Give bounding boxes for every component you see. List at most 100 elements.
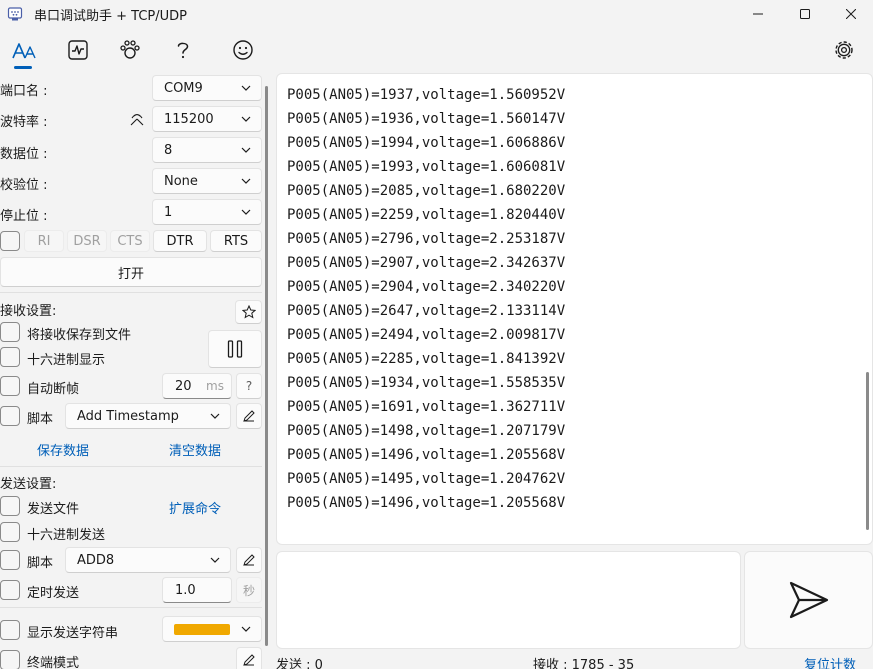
font-settings-button[interactable] bbox=[10, 36, 38, 64]
chevron-down-icon bbox=[241, 85, 251, 91]
send-script-select[interactable]: ADD8 bbox=[65, 547, 231, 573]
receive-log-line: P005(AN05)=1495,voltage=1.204762V bbox=[287, 471, 566, 487]
terminal-mode-label: 终端模式 bbox=[27, 656, 80, 669]
auto-frame-input[interactable]: 20 ms bbox=[162, 373, 232, 399]
terminal-mode-checkbox[interactable] bbox=[0, 650, 20, 669]
receive-log-line: P005(AN05)=1934,voltage=1.558535V bbox=[287, 375, 566, 391]
rts-button[interactable]: RTS bbox=[210, 230, 262, 252]
receive-log-line: P005(AN05)=2904,voltage=2.340220V bbox=[287, 279, 566, 295]
send-color-select[interactable] bbox=[162, 616, 262, 642]
auto-frame-help-button[interactable]: ? bbox=[236, 373, 262, 399]
minimize-button[interactable] bbox=[735, 0, 781, 28]
save-data-link[interactable]: 保存数据 bbox=[37, 440, 89, 459]
hex-display-checkbox[interactable] bbox=[0, 347, 20, 367]
edit-send-script-button[interactable] bbox=[236, 547, 262, 573]
save-to-file-label: 将接收保存到文件 bbox=[27, 328, 132, 343]
receive-log-line: P005(AN05)=1498,voltage=1.207179V bbox=[287, 423, 566, 439]
timed-send-unit: 秒 bbox=[236, 577, 262, 603]
data-bits-select[interactable]: 8 bbox=[152, 137, 262, 163]
question-icon bbox=[177, 42, 189, 59]
port-value: COM9 bbox=[164, 80, 203, 96]
parity-select[interactable]: None bbox=[152, 168, 262, 194]
stop-bits-value: 1 bbox=[164, 204, 173, 220]
send-icon bbox=[789, 581, 828, 619]
receive-count: 接收 : 1785 - 35 bbox=[533, 658, 635, 669]
receive-log-line: P005(AN05)=2907,voltage=2.342637V bbox=[287, 255, 566, 271]
font-size-icon bbox=[12, 43, 36, 59]
divider bbox=[0, 292, 262, 293]
close-icon bbox=[846, 9, 856, 19]
receive-area[interactable]: P005(AN05)=1937,voltage=1.560952V P005(AN… bbox=[276, 73, 873, 545]
timed-send-checkbox[interactable] bbox=[0, 580, 20, 600]
baud-select[interactable]: 115200 bbox=[152, 106, 262, 132]
send-file-checkbox[interactable] bbox=[0, 496, 20, 516]
left-panel-scrollbar[interactable] bbox=[265, 86, 268, 646]
window-title: 串口调试助手 + TCP/UDP bbox=[34, 9, 187, 24]
signal-icon bbox=[130, 113, 144, 126]
feedback-button[interactable] bbox=[229, 36, 257, 64]
receive-script-label: 脚本 bbox=[27, 412, 54, 427]
help-button[interactable] bbox=[169, 36, 197, 64]
edit-receive-script-button[interactable] bbox=[236, 403, 262, 429]
hex-send-label: 十六进制发送 bbox=[27, 528, 106, 543]
send-input[interactable] bbox=[276, 551, 741, 649]
stop-bits-select[interactable]: 1 bbox=[152, 199, 262, 225]
port-select[interactable]: COM9 bbox=[152, 75, 262, 101]
settings-button[interactable] bbox=[830, 36, 858, 64]
reset-count-link[interactable]: 复位计数 bbox=[804, 654, 856, 669]
receive-log-line: P005(AN05)=1496,voltage=1.205568V bbox=[287, 495, 566, 511]
dtr-button[interactable]: DTR bbox=[153, 230, 207, 252]
dsr-indicator: DSR bbox=[67, 230, 107, 252]
receive-script-value: Add Timestamp bbox=[77, 408, 179, 424]
timed-send-input[interactable]: 1.0 bbox=[162, 577, 232, 603]
clear-data-link[interactable]: 清空数据 bbox=[169, 440, 221, 459]
chevron-down-icon bbox=[210, 413, 220, 419]
send-button[interactable] bbox=[744, 551, 873, 649]
pencil-icon bbox=[243, 554, 255, 566]
receive-script-checkbox[interactable] bbox=[0, 406, 20, 426]
receive-log-line: P005(AN05)=1937,voltage=1.560952V bbox=[287, 87, 566, 103]
plugin-button[interactable] bbox=[116, 36, 144, 64]
star-icon bbox=[241, 305, 256, 319]
send-script-checkbox[interactable] bbox=[0, 550, 20, 570]
divider bbox=[0, 607, 262, 608]
edit-terminal-button[interactable] bbox=[236, 647, 262, 669]
extend-command-link[interactable]: 扩展命令 bbox=[169, 498, 221, 517]
hex-display-label: 十六进制显示 bbox=[27, 353, 106, 368]
paw-icon bbox=[120, 40, 140, 59]
chevron-down-icon bbox=[241, 147, 251, 153]
chevron-down-icon bbox=[210, 557, 220, 563]
port-label: 端口名 : bbox=[0, 84, 48, 99]
receive-scrollbar[interactable] bbox=[866, 372, 869, 530]
send-script-value: ADD8 bbox=[77, 552, 115, 568]
show-send-string-checkbox[interactable] bbox=[0, 620, 20, 640]
timed-send-value: 1.0 bbox=[175, 582, 196, 598]
auto-frame-label: 自动断帧 bbox=[27, 382, 80, 397]
close-button[interactable] bbox=[828, 0, 873, 28]
receive-log-line: P005(AN05)=2259,voltage=1.820440V bbox=[287, 207, 566, 223]
save-to-file-checkbox[interactable] bbox=[0, 322, 20, 342]
receive-script-select[interactable]: Add Timestamp bbox=[65, 403, 231, 429]
receive-settings-title: 接收设置: bbox=[0, 304, 57, 319]
chevron-down-icon bbox=[241, 178, 251, 184]
maximize-button[interactable] bbox=[782, 0, 828, 28]
waveform-button[interactable] bbox=[64, 36, 92, 64]
minimize-icon bbox=[753, 13, 763, 15]
open-port-button[interactable]: 打开 bbox=[0, 257, 262, 287]
receive-log-line: P005(AN05)=2285,voltage=1.841392V bbox=[287, 351, 566, 367]
favorite-button[interactable] bbox=[235, 300, 262, 324]
pause-button[interactable] bbox=[208, 330, 262, 368]
pencil-icon bbox=[243, 654, 255, 666]
auto-frame-checkbox[interactable] bbox=[0, 376, 20, 396]
receive-log-line: P005(AN05)=2796,voltage=2.253187V bbox=[287, 231, 566, 247]
chevron-down-icon bbox=[241, 626, 251, 632]
send-count: 发送 : 0 bbox=[276, 658, 323, 669]
waveform-icon bbox=[68, 40, 88, 60]
chevron-down-icon bbox=[241, 209, 251, 215]
receive-log-line: P005(AN05)=1994,voltage=1.606886V bbox=[287, 135, 566, 151]
hex-send-checkbox[interactable] bbox=[0, 522, 20, 542]
receive-log-line: P005(AN05)=1691,voltage=1.362711V bbox=[287, 399, 566, 415]
signal-checkbox[interactable] bbox=[0, 231, 20, 251]
chevron-down-icon bbox=[241, 116, 251, 122]
receive-log-line: P005(AN05)=1993,voltage=1.606081V bbox=[287, 159, 566, 175]
